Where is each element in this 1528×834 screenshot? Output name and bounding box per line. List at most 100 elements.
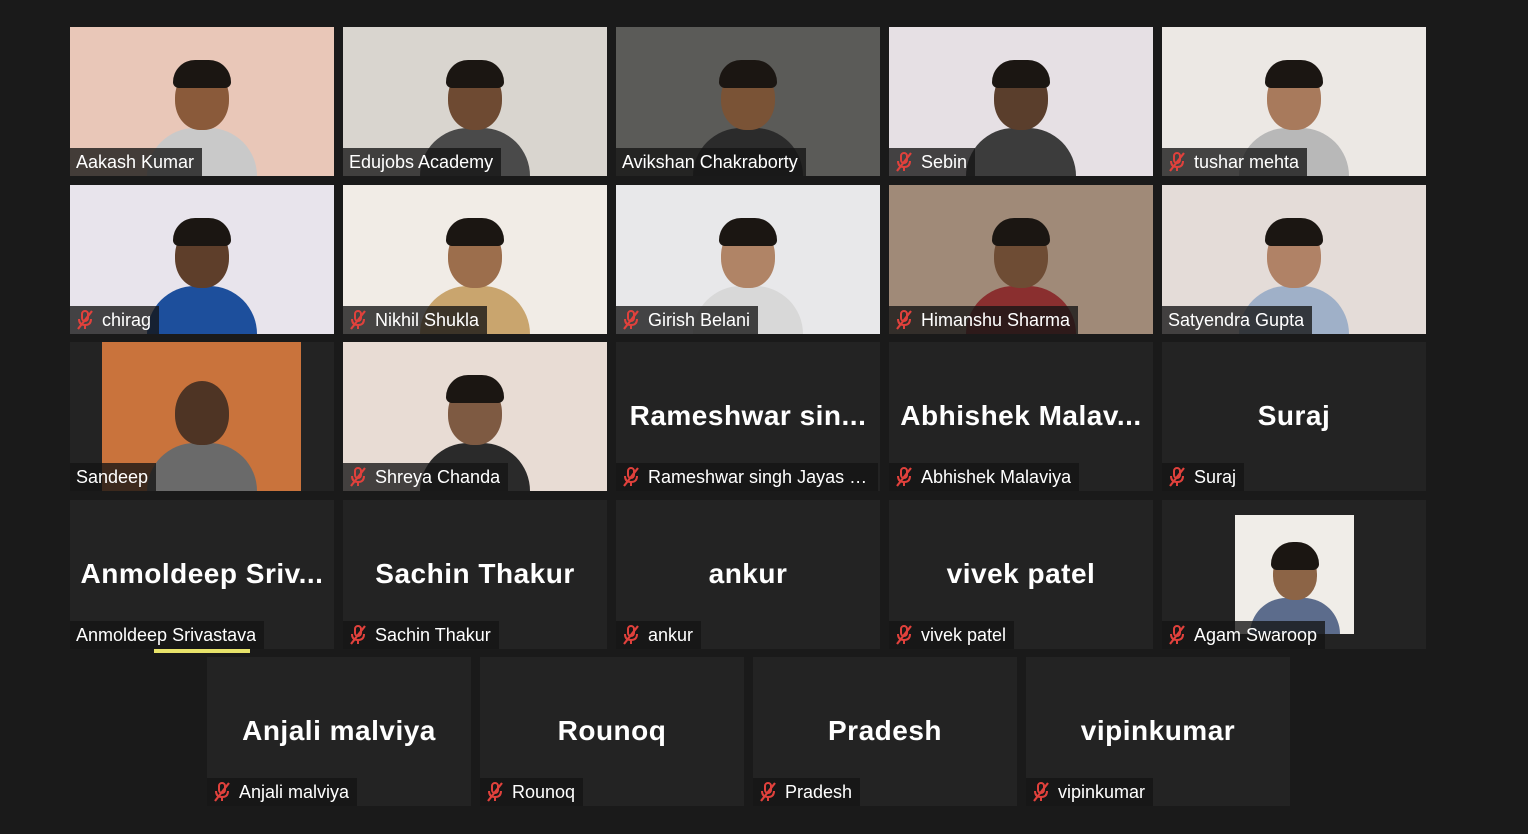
participant-name: Pradesh [785, 781, 853, 802]
participant-tile[interactable]: Suraj Suraj [1162, 342, 1426, 491]
participant-big-name: Anmoldeep Sriv... [80, 558, 324, 589]
muted-mic-icon [896, 310, 912, 330]
participant-tile[interactable]: Abhishek Malav... Abhishek Malaviya [889, 342, 1153, 491]
participant-name: vipinkumar [1058, 781, 1146, 802]
participant-big-name: Rounoq [557, 715, 667, 746]
participant-tile[interactable]: Satyendra Gupta [1162, 185, 1426, 334]
participant-tile[interactable]: Anmoldeep Sriv... Anmoldeep Srivastava [70, 500, 334, 649]
participant-name: Abhishek Malaviya [921, 466, 1072, 487]
muted-mic-icon [623, 310, 639, 330]
participant-name-label: tushar mehta [1162, 148, 1308, 176]
participant-big-name: Pradesh [828, 715, 942, 746]
participant-tile[interactable]: Shreya Chanda [343, 342, 607, 491]
participant-name: vivek patel [921, 624, 1007, 645]
participant-name-label: vivek patel [889, 621, 1015, 649]
participant-name: Sebin [921, 151, 968, 172]
participant-tile[interactable]: chirag [70, 185, 334, 334]
participant-big-name: Anjali malviya [242, 715, 436, 746]
participant-name: Nikhil Shukla [375, 309, 480, 330]
participant-tile[interactable]: Sandeep [70, 342, 334, 491]
muted-mic-icon [896, 625, 912, 645]
participant-name-label: Anmoldeep Srivastava [70, 621, 265, 649]
muted-mic-icon [350, 310, 366, 330]
participant-name: Sachin Thakur [375, 624, 491, 645]
participant-tile[interactable]: Nikhil Shukla [343, 185, 607, 334]
participant-tile[interactable]: Himanshu Sharma [889, 185, 1153, 334]
participant-tile[interactable]: Girish Belani [616, 185, 880, 334]
participant-big-name: Abhishek Malav... [900, 400, 1142, 431]
participant-name-label: Girish Belani [616, 306, 759, 334]
participant-name-label: vipinkumar [1026, 778, 1154, 806]
participant-name-label: ankur [616, 621, 702, 649]
participant-name-label: Suraj [1162, 463, 1245, 491]
participant-name: Rounoq [512, 781, 576, 802]
participant-name-label: Himanshu Sharma [889, 306, 1079, 334]
participant-tile[interactable]: Agam Swaroop [1162, 500, 1426, 649]
participant-big-name: ankur [708, 558, 788, 589]
muted-mic-icon [1169, 152, 1185, 172]
muted-mic-icon [1169, 625, 1185, 645]
participant-name: chirag [102, 309, 152, 330]
participant-name-label: Sachin Thakur [343, 621, 499, 649]
participant-tile[interactable]: vipinkumar vipinkumar [1026, 657, 1290, 806]
muted-mic-icon [1033, 782, 1049, 802]
participant-tile[interactable]: Rounoq Rounoq [480, 657, 744, 806]
participant-name: Aakash Kumar [76, 151, 195, 172]
muted-mic-icon [1169, 467, 1185, 487]
participant-big-name: vipinkumar [1080, 715, 1236, 746]
participant-name-label: Avikshan Chakraborty [616, 148, 806, 176]
participant-name-label: Sebin [889, 148, 976, 176]
participant-name: Agam Swaroop [1194, 624, 1318, 645]
participant-name: Anmoldeep Srivastava [76, 624, 257, 645]
participant-name: Himanshu Sharma [921, 309, 1071, 330]
participant-name-label: Rameshwar singh Jayas (... [616, 463, 878, 491]
participant-name: Rameshwar singh Jayas (... [648, 466, 870, 487]
participant-name-label: Pradesh [753, 778, 861, 806]
participant-name: Anjali malviya [239, 781, 350, 802]
participant-big-name: Suraj [1257, 400, 1331, 431]
participant-name: Girish Belani [648, 309, 751, 330]
participant-tile[interactable]: Avikshan Chakraborty [616, 27, 880, 176]
participant-tile[interactable]: Aakash Kumar [70, 27, 334, 176]
participant-name: tushar mehta [1194, 151, 1300, 172]
participant-name: ankur [648, 624, 694, 645]
participant-name-label: Sandeep [70, 463, 157, 491]
participant-name-label: Agam Swaroop [1162, 621, 1326, 649]
muted-mic-icon [214, 782, 230, 802]
participant-tile[interactable]: Anjali malviya Anjali malviya [207, 657, 471, 806]
participant-big-name: vivek patel [946, 558, 1096, 589]
participant-name-label: Nikhil Shukla [343, 306, 488, 334]
muted-mic-icon [77, 310, 93, 330]
participant-name-label: Aakash Kumar [70, 148, 203, 176]
participant-name-label: Abhishek Malaviya [889, 463, 1080, 491]
participant-name: Edujobs Academy [349, 151, 494, 172]
participant-tile[interactable]: vivek patel vivek patel [889, 500, 1153, 649]
participant-tile[interactable]: ankur ankur [616, 500, 880, 649]
muted-mic-icon [623, 625, 639, 645]
muted-mic-icon [623, 467, 639, 487]
participant-big-name: Rameshwar sin... [629, 400, 867, 431]
participant-name-label: Anjali malviya [207, 778, 358, 806]
participant-name: Avikshan Chakraborty [622, 151, 798, 172]
participant-tile[interactable]: Sebin [889, 27, 1153, 176]
participant-tile[interactable]: Pradesh Pradesh [753, 657, 1017, 806]
muted-mic-icon [487, 782, 503, 802]
participant-tile[interactable]: Edujobs Academy [343, 27, 607, 176]
participant-big-name: Sachin Thakur [375, 558, 575, 589]
muted-mic-icon [896, 152, 912, 172]
participant-name-label: Satyendra Gupta [1162, 306, 1313, 334]
muted-mic-icon [896, 467, 912, 487]
participant-name-label: Rounoq [480, 778, 584, 806]
speaking-indicator [154, 649, 250, 653]
participant-name: Sandeep [76, 466, 149, 487]
participant-tile[interactable]: tushar mehta [1162, 27, 1426, 176]
participant-tile[interactable]: Rameshwar sin... Rameshwar singh Jayas (.… [616, 342, 880, 491]
muted-mic-icon [760, 782, 776, 802]
muted-mic-icon [350, 467, 366, 487]
participant-name-label: Shreya Chanda [343, 463, 509, 491]
participant-tile[interactable]: Sachin Thakur Sachin Thakur [343, 500, 607, 649]
participant-name-label: Edujobs Academy [343, 148, 502, 176]
participant-name-label: chirag [70, 306, 160, 334]
participant-name: Suraj [1194, 466, 1237, 487]
participant-name: Shreya Chanda [375, 466, 501, 487]
